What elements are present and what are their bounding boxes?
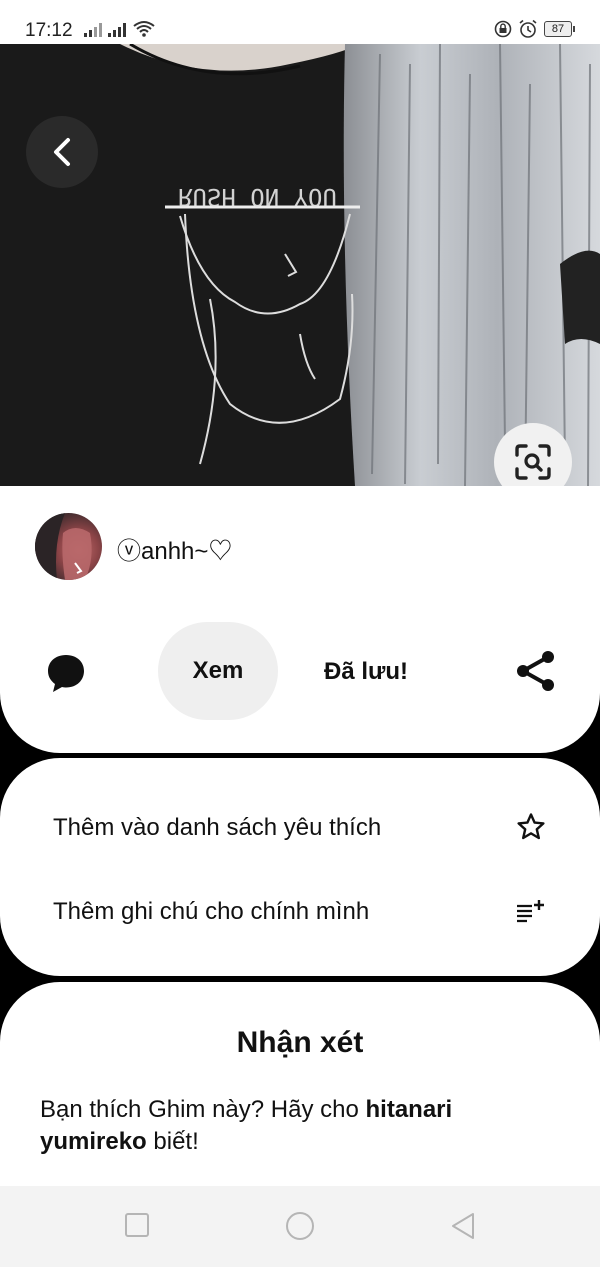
comments-prompt-text: Bạn thích Ghim này? Hãy cho [40,1096,366,1123]
back-button[interactable] [26,116,98,188]
lock-rotation-icon [494,20,512,38]
system-navigation-bar [0,1186,600,1267]
view-button[interactable]: Xem [158,622,278,720]
pin-details-card: ⓥanhh~♡ Xem Đã lưu! [0,486,600,753]
recent-apps-button[interactable] [124,1212,150,1238]
shirt-text: RUSH ON YOU [178,183,337,211]
author-name[interactable]: ⓥanhh~♡ [117,531,232,566]
avatar-image [35,513,92,580]
avatar[interactable] [35,513,102,580]
alarm-icon [519,19,537,38]
pin-options-card: Thêm vào danh sách yêu thích Thêm ghi ch… [0,758,600,976]
comments-prompt-suffix: biết! [146,1128,199,1155]
cell-signal-icon [84,23,102,37]
comments-title: Nhận xét [236,1026,364,1059]
status-icons: 87 [494,19,575,39]
add-note-option[interactable]: Thêm ghi chú cho chính mình [53,898,369,926]
status-time: 17:12 [25,20,73,41]
saved-button[interactable]: Đã lưu! [324,658,408,686]
pin-image[interactable]: RUSH ON YOU [0,44,600,486]
share-icon[interactable] [515,650,557,692]
comments-prompt: Bạn thích Ghim này? Hãy cho hitanari yum… [40,1094,560,1158]
wifi-icon [133,21,155,37]
speech-bubble-icon[interactable] [45,652,87,694]
chevron-left-icon [54,138,70,166]
home-button[interactable] [284,1212,316,1244]
visual-search-icon [515,444,551,480]
add-to-favorites-option[interactable]: Thêm vào danh sách yêu thích [53,814,381,842]
back-nav-button[interactable] [449,1212,477,1240]
pin-artwork: RUSH ON YOU [0,44,600,486]
status-bar: 17:12 87 [0,0,600,44]
add-note-icon[interactable] [515,898,545,924]
battery-indicator: 87 [544,21,575,37]
cell-signal-2-icon [108,23,126,37]
star-icon[interactable] [516,812,546,842]
